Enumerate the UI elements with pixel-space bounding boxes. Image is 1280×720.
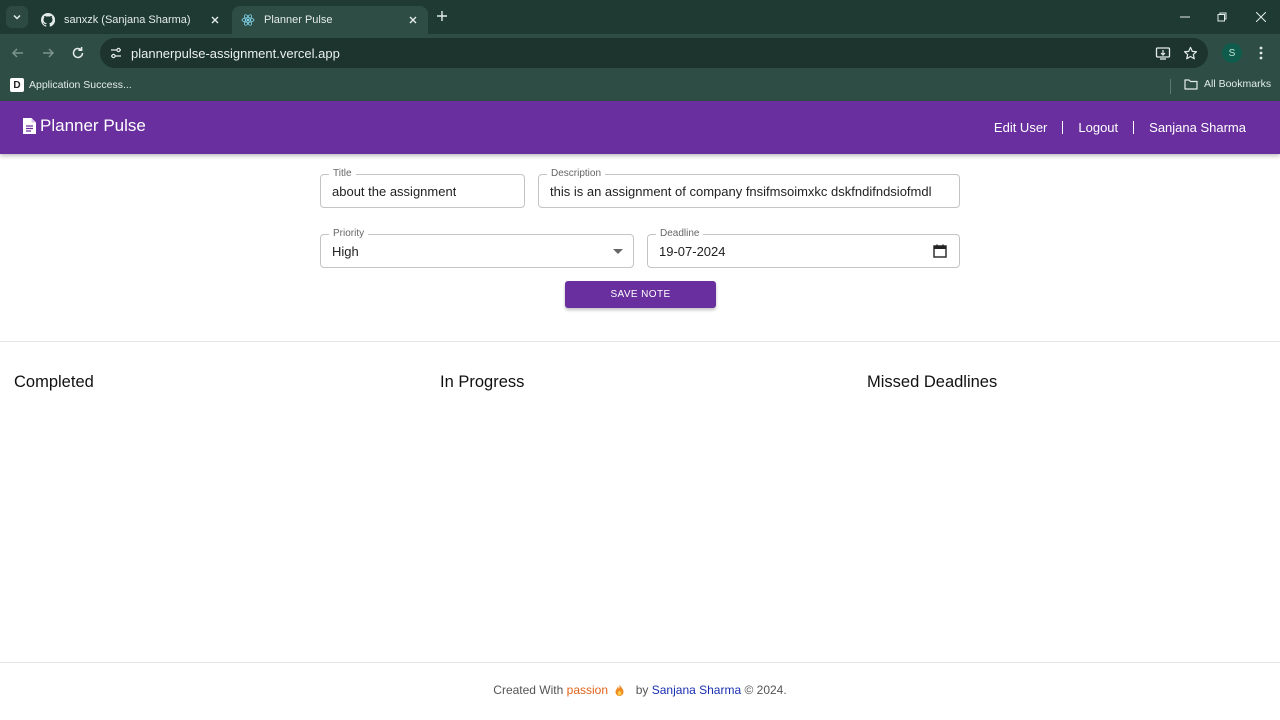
completed-column-heading: Completed xyxy=(14,373,94,391)
title-input-value[interactable]: about the assignment xyxy=(332,184,456,199)
description-field[interactable]: Description this is an assignment of com… xyxy=(538,168,960,208)
footer-copyright: © 2024. xyxy=(744,683,787,697)
new-tab-button[interactable] xyxy=(434,8,450,24)
browser-toolbar: plannerpulse-assignment.vercel.app S xyxy=(0,34,1280,72)
github-icon xyxy=(40,12,56,28)
missed-deadlines-column-heading: Missed Deadlines xyxy=(867,373,998,391)
footer-by: by xyxy=(635,683,649,697)
install-app-icon[interactable] xyxy=(1154,44,1172,62)
logout-link[interactable]: Logout xyxy=(1078,120,1118,135)
all-bookmarks-label: All Bookmarks xyxy=(1204,78,1272,90)
url-text: plannerpulse-assignment.vercel.app xyxy=(131,46,340,61)
fire-icon xyxy=(615,684,624,699)
bookmarks-bar: D Application Success... All Bookmarks xyxy=(0,72,1280,101)
site-info-icon[interactable] xyxy=(108,45,124,61)
footer-prefix: Created With xyxy=(493,683,564,697)
footer: Created With passion by Sanjana Sharma ©… xyxy=(0,683,1280,699)
description-label: Description xyxy=(547,168,606,180)
nav-divider xyxy=(1133,121,1135,134)
tab-search-button[interactable] xyxy=(6,6,28,28)
bookmarks-divider xyxy=(1170,79,1171,94)
browser-tab-github[interactable]: sanxzk (Sanjana Sharma) xyxy=(32,6,230,34)
bookmark-label: Application Success... xyxy=(29,79,132,91)
browser-tab-planner-pulse[interactable]: Planner Pulse xyxy=(232,6,428,34)
chevron-down-icon xyxy=(13,14,21,20)
restore-button[interactable] xyxy=(1214,9,1230,25)
footer-author-link[interactable]: Sanjana Sharma xyxy=(652,683,741,697)
priority-select[interactable]: Priority High xyxy=(320,228,634,268)
footer-passion: passion xyxy=(566,683,609,697)
bookmark-favicon: D xyxy=(10,78,24,92)
bookmark-application-success[interactable]: D Application Success... xyxy=(10,78,132,92)
description-input-value[interactable]: this is an assignment of company fnsifms… xyxy=(550,184,950,199)
bookmark-star-icon[interactable] xyxy=(1181,44,1199,62)
dropdown-arrow-icon[interactable] xyxy=(613,249,623,254)
address-bar[interactable]: plannerpulse-assignment.vercel.app xyxy=(100,38,1208,68)
title-label: Title xyxy=(329,168,356,180)
priority-selected-value: High xyxy=(332,244,359,259)
arrow-left-icon xyxy=(11,48,23,58)
browser-tab-strip: sanxzk (Sanjana Sharma) Planner Pulse xyxy=(0,0,1280,34)
calendar-icon[interactable] xyxy=(933,244,947,258)
priority-label: Priority xyxy=(329,228,369,240)
brand-name: Planner Pulse xyxy=(40,116,146,135)
tab-title: Planner Pulse xyxy=(264,14,333,26)
save-note-button[interactable]: SAVE NOTE xyxy=(565,281,716,308)
restore-icon xyxy=(1217,12,1227,22)
reload-icon xyxy=(72,47,84,59)
back-button[interactable] xyxy=(9,44,27,62)
arrow-right-icon xyxy=(43,48,55,58)
title-field[interactable]: Title about the assignment xyxy=(320,168,525,208)
close-icon[interactable] xyxy=(208,13,222,27)
profile-avatar[interactable]: S xyxy=(1222,43,1242,63)
user-name-link[interactable]: Sanjana Sharma xyxy=(1149,120,1246,135)
minimize-icon xyxy=(1180,16,1190,18)
plus-icon xyxy=(437,11,447,21)
close-icon xyxy=(1256,12,1266,22)
header-nav: Edit User Logout Sanjana Sharma xyxy=(994,120,1246,135)
minimize-button[interactable] xyxy=(1177,9,1193,25)
close-window-button[interactable] xyxy=(1253,9,1269,25)
browser-menu-button[interactable] xyxy=(1252,43,1270,63)
deadline-label: Deadline xyxy=(656,228,704,240)
reload-button[interactable] xyxy=(69,44,87,62)
react-icon xyxy=(240,12,256,28)
all-bookmarks[interactable]: All Bookmarks xyxy=(1184,78,1271,90)
tab-title: sanxzk (Sanjana Sharma) xyxy=(64,14,191,26)
deadline-field[interactable]: Deadline 19-07-2024 xyxy=(647,228,960,268)
brand-logo[interactable]: Planner Pulse xyxy=(22,116,146,136)
edit-user-link[interactable]: Edit User xyxy=(994,120,1047,135)
app-header: Planner Pulse Edit User Logout Sanjana S… xyxy=(0,101,1280,154)
section-divider xyxy=(0,341,1280,342)
forward-button[interactable] xyxy=(39,44,57,62)
in-progress-column-heading: In Progress xyxy=(440,373,525,391)
document-icon xyxy=(22,117,37,135)
nav-divider xyxy=(1062,121,1064,134)
deadline-input-value[interactable]: 19-07-2024 xyxy=(659,244,726,259)
close-icon[interactable] xyxy=(406,13,420,27)
more-vertical-icon xyxy=(1259,46,1263,60)
folder-icon xyxy=(1184,78,1198,90)
footer-divider xyxy=(0,662,1280,663)
